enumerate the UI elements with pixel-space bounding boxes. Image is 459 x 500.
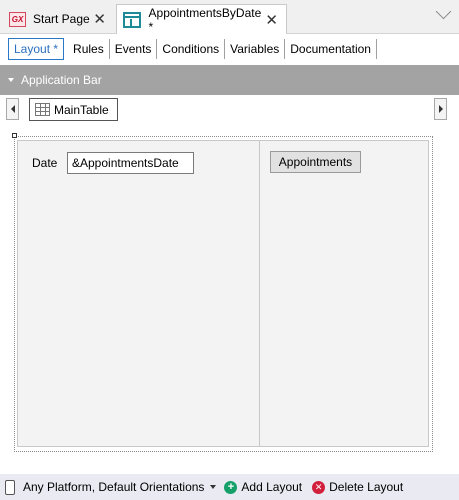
- caret-down-icon: [8, 78, 14, 82]
- breadcrumb-maintable[interactable]: MainTable: [29, 98, 118, 121]
- date-label: Date: [32, 156, 58, 170]
- layout-bottom-bar: Any Platform, Default Orientations + Add…: [0, 474, 459, 500]
- tab-appointments-by-date[interactable]: AppointmentsByDate * ✕: [116, 4, 287, 35]
- breadcrumb-label: MainTable: [54, 102, 109, 117]
- tab-variables[interactable]: Variables: [225, 39, 286, 59]
- table-icon: [35, 103, 50, 116]
- tab-conditions[interactable]: Conditions: [157, 39, 226, 59]
- appointments-date-field[interactable]: &AppointmentsDate: [67, 152, 194, 174]
- main-table[interactable]: [17, 140, 429, 447]
- scroll-left-button[interactable]: [6, 98, 19, 120]
- tab-rules[interactable]: Rules: [68, 39, 110, 59]
- delete-icon[interactable]: ✕: [312, 480, 326, 494]
- tab-documentation[interactable]: Documentation: [285, 39, 377, 59]
- arrow-left-icon: [10, 105, 15, 113]
- tab-label: Start Page: [33, 12, 90, 26]
- gx-icon: GX: [9, 11, 26, 27]
- close-icon[interactable]: ✕: [265, 13, 278, 28]
- close-icon[interactable]: ✕: [93, 12, 106, 27]
- scroll-right-button[interactable]: [434, 98, 447, 120]
- webpanel-icon: [123, 12, 141, 28]
- arrow-right-icon: [438, 105, 443, 113]
- table-cell-divider: [259, 140, 260, 447]
- platform-selector[interactable]: Any Platform, Default Orientations: [23, 480, 204, 494]
- delete-layout-button[interactable]: Delete Layout: [329, 480, 403, 494]
- device-icon: [5, 479, 15, 495]
- application-bar[interactable]: Application Bar: [0, 65, 459, 95]
- document-tab-strip: GX Start Page ✕ AppointmentsByDate * ✕: [0, 0, 459, 35]
- tab-layout[interactable]: Layout *: [8, 38, 65, 60]
- tab-label: AppointmentsByDate *: [148, 6, 262, 34]
- editor-part-tabs: Layout * Rules Events Conditions Variabl…: [0, 34, 459, 64]
- appointments-button[interactable]: Appointments: [270, 151, 361, 173]
- add-icon[interactable]: +: [224, 480, 238, 494]
- chevron-down-icon[interactable]: [210, 485, 217, 489]
- add-layout-button[interactable]: Add Layout: [241, 480, 302, 494]
- selection-handle[interactable]: [12, 133, 17, 138]
- tab-events[interactable]: Events: [110, 39, 158, 59]
- application-bar-label: Application Bar: [21, 73, 102, 87]
- chevron-down-icon[interactable]: [435, 3, 452, 20]
- tab-start-page[interactable]: GX Start Page ✕: [4, 4, 114, 34]
